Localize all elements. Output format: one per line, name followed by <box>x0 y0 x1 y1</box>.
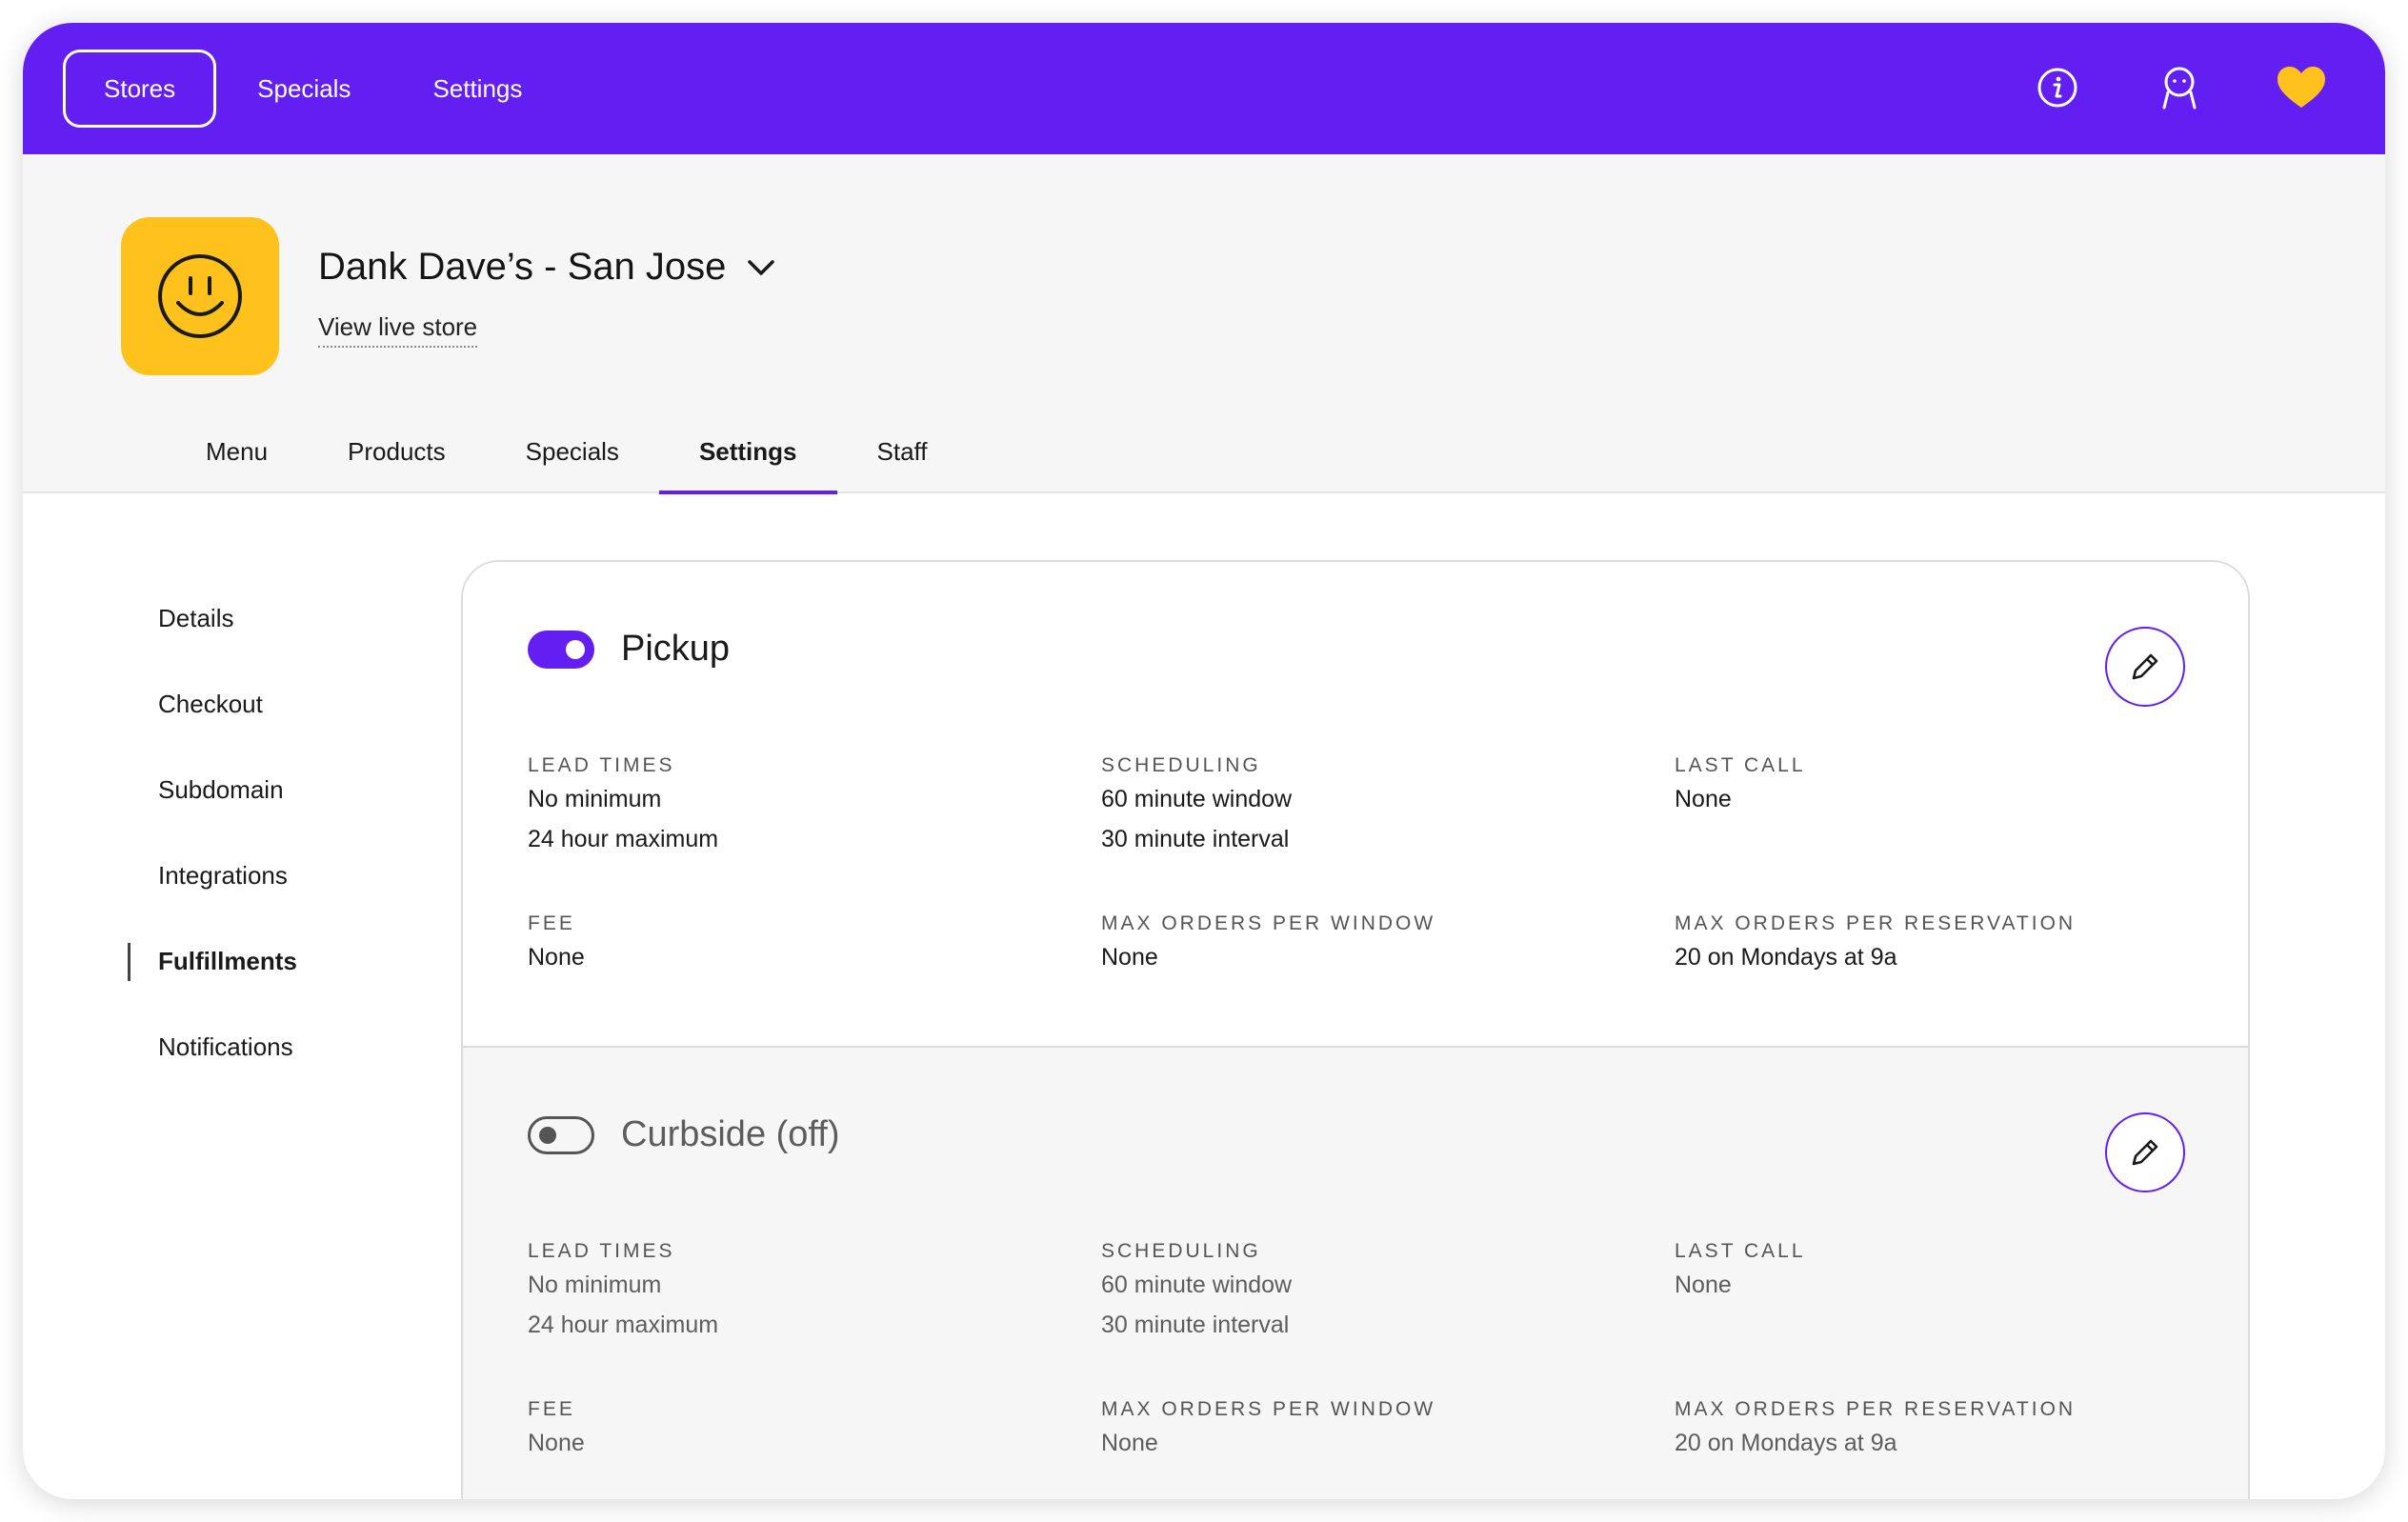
field-max-orders-window: MAX ORDERS PER WINDOW None <box>1101 911 1635 977</box>
field-value: 20 on Mondays at 9a <box>1675 944 1897 971</box>
sidemenu-item-fulfillments[interactable]: Fulfillments <box>128 918 297 1004</box>
field-scheduling: SCHEDULING 60 minute window 30 minute in… <box>1101 752 1635 859</box>
field-value: None <box>1101 1430 1158 1456</box>
chevron-down-icon <box>748 259 775 275</box>
pickup-toggle[interactable] <box>528 630 594 669</box>
tab-menu[interactable]: Menu <box>166 410 308 493</box>
curbside-toggle[interactable] <box>528 1115 594 1154</box>
topnav-specials[interactable]: Specials <box>216 50 391 128</box>
field-value: None <box>1101 944 1158 971</box>
field-max-orders-reservation: MAX ORDERS PER RESERVATION 20 on Mondays… <box>1675 911 2208 977</box>
field-value: 30 minute interval <box>1101 826 1290 852</box>
pencil-icon <box>2132 1139 2158 1166</box>
toggle-knob <box>539 1126 556 1144</box>
field-lead-times: LEAD TIMES No minimum 24 hour maximum <box>528 752 1061 859</box>
info-icon[interactable] <box>2031 61 2084 114</box>
tab-staff[interactable]: Staff <box>837 410 968 493</box>
top-icons <box>2031 61 2328 114</box>
card-header: Pickup <box>528 629 730 670</box>
sidemenu-item-integrations[interactable]: Integrations <box>128 832 297 918</box>
field-last-call: LAST CALL None <box>1675 1238 2208 1305</box>
store-header: Dank Dave’s - San Jose View live store M… <box>23 154 2385 494</box>
store-logo <box>121 217 279 375</box>
field-label: MAX ORDERS PER WINDOW <box>1101 912 1436 934</box>
field-value: 24 hour maximum <box>528 1312 719 1338</box>
tab-settings[interactable]: Settings <box>658 410 837 494</box>
field-label: LAST CALL <box>1675 1240 1806 1262</box>
field-label: FEE <box>528 1398 575 1420</box>
field-value: None <box>1675 1272 1732 1298</box>
field-max-orders-window: MAX ORDERS PER WINDOW None <box>1101 1396 1635 1463</box>
card-title: Curbside (off) <box>621 1114 840 1154</box>
edit-curbside-button[interactable] <box>2105 1112 2185 1192</box>
field-label: FEE <box>528 912 575 934</box>
field-value: No minimum <box>528 786 662 812</box>
field-value: No minimum <box>528 1272 662 1298</box>
field-scheduling: SCHEDULING 60 minute window 30 minute in… <box>1101 1238 1635 1345</box>
field-value: 60 minute window <box>1101 1272 1293 1298</box>
topnav-settings[interactable]: Settings <box>391 50 563 128</box>
topnav-stores[interactable]: Stores <box>63 50 217 128</box>
card-title: Pickup <box>621 629 731 669</box>
smiley-icon <box>158 254 242 338</box>
field-value: 30 minute interval <box>1101 1312 1290 1338</box>
profile-icon[interactable] <box>2153 61 2206 114</box>
sidemenu-item-checkout[interactable]: Checkout <box>128 661 297 747</box>
sidemenu-item-details[interactable]: Details <box>128 575 297 661</box>
field-max-orders-reservation: MAX ORDERS PER RESERVATION 20 on Mondays… <box>1675 1396 2208 1463</box>
heart-icon[interactable] <box>2275 61 2328 114</box>
sidemenu-item-subdomain[interactable]: Subdomain <box>128 747 297 832</box>
toggle-knob <box>566 639 585 659</box>
app-window: Stores Specials Settings Dank Dave’s - S… <box>23 23 2385 1499</box>
field-value: 24 hour maximum <box>528 826 719 852</box>
field-value: None <box>528 1430 585 1456</box>
top-bar: Stores Specials Settings <box>23 23 2385 154</box>
field-label: SCHEDULING <box>1101 754 1261 776</box>
field-last-call: LAST CALL None <box>1675 752 2208 819</box>
field-fee: FEE None <box>528 911 1061 977</box>
store-tabs: Menu Products Specials Settings Staff <box>166 410 968 494</box>
field-value: 20 on Mondays at 9a <box>1675 1430 1897 1456</box>
field-label: LEAD TIMES <box>528 754 675 776</box>
store-selector[interactable]: Dank Dave’s - San Jose <box>318 246 775 289</box>
fulfillments-panel: Pickup LEAD TIMES No minimum 24 hour max… <box>461 560 2250 1499</box>
settings-side-menu: Details Checkout Subdomain Integrations … <box>128 575 297 1090</box>
field-label: MAX ORDERS PER RESERVATION <box>1675 1398 2077 1420</box>
card-header: Curbside (off) <box>528 1114 840 1155</box>
field-value: None <box>528 944 585 971</box>
pencil-icon <box>2132 653 2158 680</box>
store-name: Dank Dave’s - San Jose <box>318 246 727 288</box>
fulfillment-card-curbside: Curbside (off) LEAD TIMES No minimum 24 … <box>463 1048 2248 1499</box>
field-value: 60 minute window <box>1101 786 1293 812</box>
sidemenu-item-notifications[interactable]: Notifications <box>128 1004 297 1090</box>
fulfillment-card-pickup: Pickup LEAD TIMES No minimum 24 hour max… <box>463 562 2248 1048</box>
field-value: None <box>1675 786 1732 812</box>
field-label: MAX ORDERS PER RESERVATION <box>1675 912 2077 934</box>
field-fee: FEE None <box>528 1396 1061 1463</box>
top-nav: Stores Specials Settings <box>63 50 563 128</box>
field-lead-times: LEAD TIMES No minimum 24 hour maximum <box>528 1238 1061 1345</box>
tab-products[interactable]: Products <box>308 410 486 493</box>
field-label: MAX ORDERS PER WINDOW <box>1101 1398 1436 1420</box>
edit-pickup-button[interactable] <box>2105 627 2185 707</box>
view-live-store-link[interactable]: View live store <box>318 312 478 348</box>
field-label: LAST CALL <box>1675 754 1806 776</box>
field-label: LEAD TIMES <box>528 1240 675 1262</box>
field-label: SCHEDULING <box>1101 1240 1261 1262</box>
tab-specials[interactable]: Specials <box>486 410 659 493</box>
